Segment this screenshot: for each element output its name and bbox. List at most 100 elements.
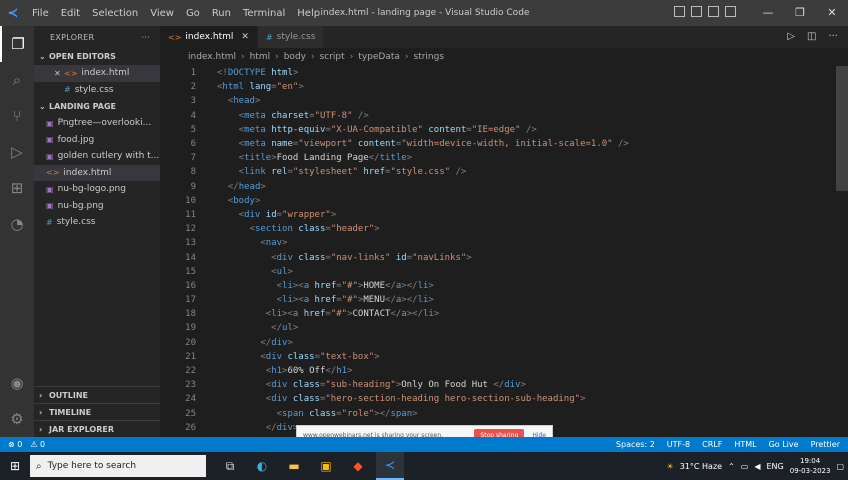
breadcrumb-item[interactable]: body bbox=[284, 52, 306, 62]
warnings-count[interactable]: ⚠ 0 bbox=[30, 440, 45, 449]
menu-item-edit[interactable]: Edit bbox=[55, 8, 86, 19]
code-token: content bbox=[422, 124, 467, 135]
file-item[interactable]: <> index.html bbox=[34, 164, 160, 181]
breadcrumb-item[interactable]: typeData bbox=[358, 52, 400, 62]
language-indicator[interactable]: ENG bbox=[767, 462, 784, 471]
code-token: > bbox=[282, 238, 288, 249]
windows-start-icon[interactable]: ⊞ bbox=[0, 452, 30, 480]
status-item[interactable]: UTF-8 bbox=[667, 440, 690, 449]
edge-browser-icon[interactable]: ◐ bbox=[248, 452, 276, 480]
code-text: </div> bbox=[196, 423, 299, 433]
code-line: 17 <li><a href="#">MENU</a></li> bbox=[160, 293, 848, 307]
close-tab-icon[interactable]: ✕ bbox=[241, 32, 249, 42]
explorer-icon[interactable]: ❐ bbox=[0, 26, 34, 62]
menu-item-file[interactable]: File bbox=[26, 8, 55, 19]
more-actions-icon[interactable]: ··· bbox=[828, 31, 838, 42]
search-icon[interactable]: ⌕ bbox=[0, 62, 34, 98]
network-icon[interactable]: ▭ bbox=[741, 462, 749, 471]
code-line: 6 <meta name="viewport" content="width=d… bbox=[160, 137, 848, 151]
jar-explorer-section[interactable]: › JAR EXPLORER bbox=[34, 420, 160, 437]
open-editor-item[interactable]: # style.css bbox=[34, 82, 160, 99]
file-item[interactable]: ▣ food.jpg bbox=[34, 132, 160, 149]
tab-style-css[interactable]: # style.css bbox=[257, 26, 325, 48]
brave-browser-icon[interactable]: ◆ bbox=[344, 452, 372, 480]
breadcrumb-item[interactable]: strings bbox=[414, 52, 445, 62]
timeline-section[interactable]: › TIMELINE bbox=[34, 403, 160, 420]
line-number: 9 bbox=[190, 181, 196, 192]
menu-item-go[interactable]: Go bbox=[180, 8, 206, 19]
status-item[interactable]: Go Live bbox=[769, 440, 799, 449]
vscode-taskbar-icon[interactable]: ≺ bbox=[376, 452, 404, 480]
status-item[interactable]: HTML bbox=[734, 440, 756, 449]
menu-item-run[interactable]: Run bbox=[206, 8, 237, 19]
file-item[interactable]: ▣ nu-bg.png bbox=[34, 198, 160, 215]
code-token: "role" bbox=[341, 408, 375, 419]
code-token: meta bbox=[244, 124, 266, 135]
code-line: 8 <link rel="stylesheet" href="style.css… bbox=[160, 165, 848, 179]
code-token: < bbox=[217, 96, 234, 107]
folder-section[interactable]: ⌄ LANDING PAGE bbox=[34, 98, 160, 115]
close-icon[interactable]: ✕ bbox=[54, 69, 64, 78]
open-editors-section[interactable]: ⌄ OPEN EDITORS bbox=[34, 48, 160, 65]
menu-item-terminal[interactable]: Terminal bbox=[237, 8, 291, 19]
run-debug-icon[interactable]: ▷ bbox=[0, 134, 34, 170]
weather-text[interactable]: 31°C Haze bbox=[680, 462, 722, 471]
notifications-icon[interactable]: ▢ bbox=[836, 462, 844, 471]
file-explorer-icon[interactable]: ▬ bbox=[280, 452, 308, 480]
code-editor[interactable]: 1 <!DOCTYPE html> 2 <html lang="en"> 3 <head… bbox=[160, 66, 848, 437]
outline-section[interactable]: › OUTLINE bbox=[34, 386, 160, 403]
image-file-icon: ▣ bbox=[46, 184, 54, 194]
file-item[interactable]: ▣ golden cutlery with t... bbox=[34, 148, 160, 165]
chevron-up-icon[interactable]: ⌃ bbox=[728, 462, 735, 471]
volume-icon[interactable]: ◀ bbox=[754, 462, 760, 471]
account-icon[interactable]: ◉ bbox=[0, 365, 34, 401]
file-item[interactable]: ▣ Pngtree—overlooki... bbox=[34, 115, 160, 132]
status-item[interactable]: Prettier bbox=[811, 440, 840, 449]
run-icon[interactable]: ▷ bbox=[787, 31, 795, 42]
toggle-primary-sidebar-icon[interactable] bbox=[674, 6, 685, 17]
open-editor-item[interactable]: ✕ <> index.html bbox=[34, 65, 160, 82]
breadcrumb-item[interactable]: html bbox=[250, 52, 271, 62]
code-token: name bbox=[265, 139, 293, 150]
line-number: 18 bbox=[185, 309, 196, 320]
code-token: "navLinks" bbox=[412, 252, 467, 263]
code-text: </ul> bbox=[196, 323, 298, 333]
taskbar-search[interactable]: ⌕ Type here to search bbox=[30, 455, 206, 477]
breadcrumb-item[interactable]: script bbox=[320, 52, 345, 62]
status-item[interactable]: Spaces: 2 bbox=[616, 440, 655, 449]
line-number: 24 bbox=[185, 394, 196, 405]
more-actions-icon[interactable]: ··· bbox=[141, 33, 150, 42]
line-number: 6 bbox=[190, 139, 196, 150]
breadcrumb-item[interactable]: index.html bbox=[188, 52, 236, 62]
code-token: < bbox=[217, 408, 283, 419]
extensions-icon[interactable]: ⊞ bbox=[0, 170, 34, 206]
clock[interactable]: 19:04 09-03-2023 bbox=[790, 456, 831, 476]
minimize-button[interactable]: — bbox=[752, 0, 784, 26]
editor-scrollbar[interactable] bbox=[836, 66, 848, 191]
maximize-button[interactable]: ❐ bbox=[784, 0, 816, 26]
split-editor-icon[interactable]: ◫ bbox=[807, 31, 816, 42]
menu-item-view[interactable]: View bbox=[144, 8, 180, 19]
source-control-icon[interactable]: ⑂ bbox=[0, 98, 34, 134]
code-token: </ bbox=[493, 380, 505, 391]
status-item[interactable]: CRLF bbox=[702, 440, 722, 449]
toggle-panel-icon[interactable] bbox=[691, 6, 702, 17]
html-file-icon: <> bbox=[168, 32, 182, 42]
customize-layout-icon[interactable] bbox=[725, 6, 736, 17]
close-window-button[interactable]: ✕ bbox=[816, 0, 848, 26]
toggle-secondary-sidebar-icon[interactable] bbox=[708, 6, 719, 17]
line-number: 19 bbox=[185, 323, 196, 334]
errors-count[interactable]: ⊗ 0 bbox=[8, 440, 22, 449]
store-icon[interactable]: ▣ bbox=[312, 452, 340, 480]
task-view-icon[interactable]: ⧉ bbox=[216, 452, 244, 480]
file-name: food.jpg bbox=[57, 134, 95, 145]
file-item[interactable]: ▣ nu-bg-logo.png bbox=[34, 181, 160, 198]
menu-item-selection[interactable]: Selection bbox=[86, 8, 144, 19]
tab-index-html[interactable]: <> index.html ✕ bbox=[160, 26, 258, 48]
settings-gear-icon[interactable]: ⚙ bbox=[0, 401, 34, 437]
file-item[interactable]: # style.css bbox=[34, 214, 160, 231]
line-number: 17 bbox=[185, 295, 196, 306]
code-token: <! bbox=[217, 68, 228, 79]
live-share-icon[interactable]: ◔ bbox=[0, 206, 34, 242]
code-line: 18 <li><a href="#">CONTACT</a></li> bbox=[160, 307, 848, 321]
